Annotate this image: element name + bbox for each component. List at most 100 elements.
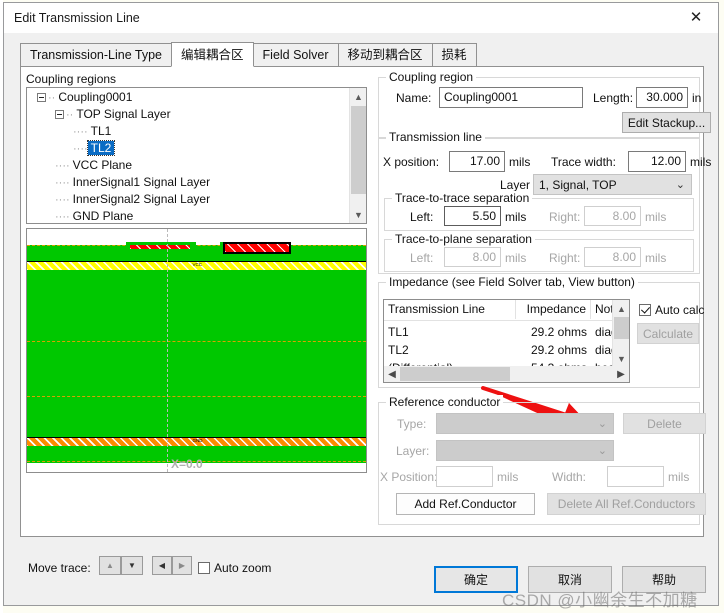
chevron-down-icon: ⌄ bbox=[675, 179, 685, 191]
scroll-thumb[interactable] bbox=[614, 317, 629, 339]
chevron-down-icon: ⌄ bbox=[597, 418, 607, 430]
tab-page: Coupling regions ·· Coupling0001 ·· TOP Si… bbox=[20, 66, 711, 575]
t2p-left-input: 8.00 bbox=[444, 247, 501, 267]
auto-calc-checkbox[interactable]: Auto calc bbox=[639, 303, 704, 317]
tab-field-solver[interactable]: Field Solver bbox=[252, 43, 339, 66]
cell-impedance: 29.2 ohms bbox=[530, 325, 587, 339]
scroll-thumb[interactable] bbox=[351, 106, 366, 194]
impedance-horizontal-scrollbar[interactable]: ◀ ▶ bbox=[384, 366, 629, 382]
trace-tl2-selected[interactable] bbox=[223, 242, 291, 254]
expander-icon[interactable] bbox=[55, 110, 64, 120]
arrow-right-icon: ▶ bbox=[178, 561, 186, 570]
scroll-up-icon[interactable]: ▲ bbox=[613, 300, 629, 317]
table-row[interactable]: TL2 29.2 ohms diago bbox=[384, 341, 629, 359]
tab-bar: Transmission-Line Type 编辑耦合区 Field Solve… bbox=[20, 42, 703, 67]
screenshot-root: Edit Transmission Line ✕ Transmission-Li… bbox=[0, 0, 724, 613]
coupling-region-group-title: Coupling region bbox=[386, 70, 477, 84]
column-header-transmission-line[interactable]: Transmission Line bbox=[384, 300, 516, 319]
move-trace-right-button[interactable]: ▶ bbox=[172, 556, 192, 575]
tab-move-to-coupling-region[interactable]: 移动到耦合区 bbox=[337, 43, 433, 66]
tab-edit-coupling-region[interactable]: 编辑耦合区 bbox=[171, 42, 254, 67]
x-position-label: X position: bbox=[383, 155, 440, 169]
tab-transmission-line-type[interactable]: Transmission-Line Type bbox=[20, 43, 173, 66]
t2t-left-input[interactable]: 5.50 bbox=[444, 206, 501, 226]
tab-loss[interactable]: 损耗 bbox=[431, 43, 477, 66]
arrow-up-icon: ▲ bbox=[106, 561, 114, 570]
tree-item-label: InnerSignal2 Signal Layer bbox=[72, 192, 211, 206]
length-unit: in bbox=[692, 91, 702, 105]
cell-impedance: 29.2 ohms bbox=[530, 343, 587, 357]
ref-type-label: Type: bbox=[397, 417, 427, 431]
auto-zoom-label: Auto zoom bbox=[214, 561, 272, 575]
ref-width-unit: mils bbox=[668, 470, 690, 484]
tree-item-selected[interactable]: ···· TL2 bbox=[27, 140, 348, 157]
trace-to-plane-group-title: Trace-to-plane separation bbox=[392, 232, 535, 246]
ref-layer-combobox: ⌄ bbox=[436, 440, 614, 461]
xsec-gnd-label: GND bbox=[192, 438, 203, 444]
scroll-down-icon[interactable]: ▼ bbox=[350, 206, 366, 223]
tree-item-label: VCC Plane bbox=[72, 158, 133, 172]
transmission-line-group-title: Transmission line bbox=[386, 130, 485, 144]
t2t-left-unit: mils bbox=[505, 210, 527, 224]
tree-item[interactable]: ···· VCC Plane bbox=[27, 157, 348, 174]
cross-section-view[interactable]: VCC GND X=0.0 bbox=[26, 228, 367, 473]
coupling-name-input[interactable]: Coupling0001 bbox=[439, 87, 583, 108]
move-trace-left-button[interactable]: ◀ bbox=[152, 556, 172, 575]
layer-combobox[interactable]: 1, Signal, TOP ⌄ bbox=[533, 174, 692, 195]
x-position-unit: mils bbox=[509, 155, 531, 169]
scroll-left-icon[interactable]: ◀ bbox=[384, 366, 400, 382]
checkbox-box bbox=[639, 304, 651, 316]
trace-tl1[interactable] bbox=[130, 245, 190, 249]
scroll-up-icon[interactable]: ▲ bbox=[350, 88, 366, 105]
auto-zoom-checkbox[interactable]: Auto zoom bbox=[198, 561, 271, 575]
name-label: Name: bbox=[396, 91, 432, 105]
t2t-right-input: 8.00 bbox=[584, 206, 641, 226]
arrow-left-icon: ◀ bbox=[158, 561, 166, 570]
table-row[interactable]: TL1 29.2 ohms diago bbox=[384, 323, 629, 341]
close-icon[interactable]: ✕ bbox=[674, 3, 718, 32]
move-trace-down-button[interactable]: ▼ bbox=[121, 556, 143, 575]
trace-width-input[interactable]: 12.00 bbox=[628, 151, 686, 172]
column-header-impedance[interactable]: Impedance bbox=[516, 300, 591, 319]
xsec-cursor-line bbox=[167, 229, 168, 472]
tree-item[interactable]: ···· GND Plane bbox=[27, 208, 348, 223]
tree-item[interactable]: ···· InnerSignal2 Signal Layer bbox=[27, 191, 348, 208]
tree-item[interactable]: ·· Coupling0001 bbox=[27, 89, 348, 106]
impedance-table[interactable]: Transmission Line Impedance Notes TL1 29… bbox=[383, 299, 630, 383]
tree-item-label: GND Plane bbox=[72, 209, 134, 223]
expander-icon[interactable] bbox=[37, 93, 46, 103]
impedance-group-title: Impedance (see Field Solver tab, View bu… bbox=[386, 275, 638, 289]
tree-vertical-scrollbar[interactable]: ▲ ▼ bbox=[349, 88, 366, 223]
t2t-left-label: Left: bbox=[410, 210, 434, 224]
auto-calc-label: Auto calc bbox=[655, 303, 705, 317]
tree-item[interactable]: ···· TL1 bbox=[27, 123, 348, 140]
tree-item[interactable]: ·· TOP Signal Layer bbox=[27, 106, 348, 123]
t2p-right-label: Right: bbox=[549, 251, 581, 265]
t2p-right-unit: mils bbox=[645, 251, 667, 265]
coupling-regions-tree[interactable]: ·· Coupling0001 ·· TOP Signal Layer ···· TL… bbox=[26, 87, 367, 224]
reference-conductor-group-title: Reference conductor bbox=[386, 395, 504, 409]
t2p-left-unit: mils bbox=[505, 251, 527, 265]
trace-to-trace-group-title: Trace-to-trace separation bbox=[392, 191, 533, 205]
t2p-right-input: 8.00 bbox=[584, 247, 641, 267]
ref-width-input[interactable] bbox=[607, 466, 664, 487]
impedance-vertical-scrollbar[interactable]: ▲ ▼ bbox=[612, 300, 629, 367]
ref-x-position-input[interactable] bbox=[436, 466, 493, 487]
t2t-right-label: Right: bbox=[549, 210, 581, 224]
edit-stackup-button[interactable]: Edit Stackup... bbox=[622, 112, 711, 133]
move-trace-up-button[interactable]: ▲ bbox=[99, 556, 121, 575]
tree-item[interactable]: ···· InnerSignal1 Signal Layer bbox=[27, 174, 348, 191]
trace-width-unit: mils bbox=[690, 155, 712, 169]
scroll-right-icon[interactable]: ▶ bbox=[613, 366, 629, 382]
t2p-left-label: Left: bbox=[410, 251, 434, 265]
add-ref-conductor-button[interactable]: Add Ref.Conductor bbox=[396, 493, 535, 515]
xsec-dielectric-top bbox=[27, 245, 366, 261]
scroll-thumb[interactable] bbox=[400, 367, 510, 381]
length-input[interactable]: 30.000 bbox=[636, 87, 688, 108]
layer-combobox-value: 1, Signal, TOP bbox=[539, 178, 617, 192]
x-position-input[interactable]: 17.00 bbox=[449, 151, 505, 172]
ref-x-position-unit: mils bbox=[497, 470, 519, 484]
ref-type-combobox: ⌄ bbox=[436, 413, 614, 434]
scroll-down-icon[interactable]: ▼ bbox=[613, 350, 629, 367]
title-bar: Edit Transmission Line ✕ bbox=[4, 3, 718, 33]
